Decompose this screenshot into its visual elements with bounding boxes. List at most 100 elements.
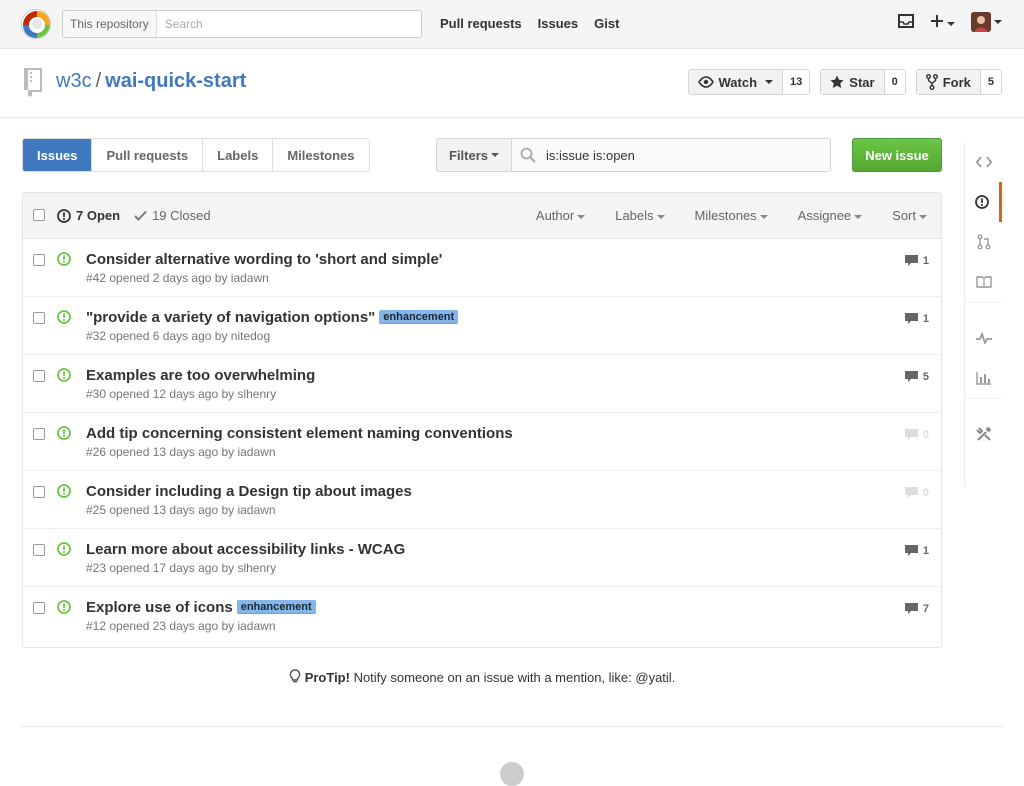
sidebar-item-settings[interactable] xyxy=(965,414,1002,454)
issue-comments-link[interactable]: 0 xyxy=(904,486,929,499)
tab-labels[interactable]: Labels xyxy=(203,139,274,171)
issues-list-header: 7 Open 19 Closed Author Labels Milestone… xyxy=(23,193,941,239)
sidebar-item-wiki[interactable] xyxy=(965,262,1002,302)
watch-button[interactable]: Watch xyxy=(688,70,784,94)
issue-comment-count: 1 xyxy=(922,544,929,557)
issue-open-icon xyxy=(57,484,71,501)
star-button[interactable]: Star xyxy=(821,70,885,94)
closed-issues-link[interactable]: 19 Closed xyxy=(134,208,211,223)
issue-checkbox[interactable] xyxy=(33,254,45,266)
footer-divider xyxy=(22,726,1002,727)
issue-title-link[interactable]: Explore use of icons xyxy=(86,599,233,616)
sort-filter[interactable]: Sort xyxy=(892,208,927,223)
filters-label: Filters xyxy=(449,147,489,163)
issue-comments-link[interactable]: 1 xyxy=(904,544,929,557)
issue-label[interactable]: enhancement xyxy=(236,600,316,614)
sidebar-item-issues[interactable] xyxy=(965,182,1002,222)
search-input[interactable] xyxy=(156,12,407,36)
issue-comments-link[interactable]: 5 xyxy=(904,370,929,383)
sidebar-item-graphs[interactable] xyxy=(965,358,1002,398)
tab-pull-requests[interactable]: Pull requests xyxy=(92,139,204,171)
issue-title-link[interactable]: Consider alternative wording to 'short a… xyxy=(86,251,442,268)
star-count[interactable]: 0 xyxy=(884,70,905,94)
issue-open-icon xyxy=(57,600,71,617)
milestones-filter-label: Milestones xyxy=(694,208,757,223)
issue-checkbox[interactable] xyxy=(33,428,45,440)
repo-name-link[interactable]: wai-quick-start xyxy=(105,70,246,92)
sidebar-item-code[interactable] xyxy=(965,142,1002,182)
issue-comments-link[interactable]: 7 xyxy=(904,602,929,615)
github-logo-icon[interactable] xyxy=(21,9,51,39)
issue-title-wrap: Add tip concerning consistent element na… xyxy=(86,425,513,442)
inbox-icon[interactable] xyxy=(898,13,914,31)
nav-issues[interactable]: Issues xyxy=(538,16,578,31)
comment-icon xyxy=(904,371,918,382)
search-icon xyxy=(520,147,536,163)
create-new-button[interactable] xyxy=(930,14,955,31)
issue-comments-link[interactable]: 1 xyxy=(904,312,929,325)
author-filter[interactable]: Author xyxy=(535,208,586,223)
issue-comment-count: 1 xyxy=(922,312,929,325)
labels-filter[interactable]: Labels xyxy=(615,208,665,223)
issue-comments-link[interactable]: 1 xyxy=(904,254,929,267)
issue-row: "provide a variety of navigation options… xyxy=(23,297,941,355)
issue-state-toggle: 7 Open 19 Closed xyxy=(57,208,211,223)
issue-open-icon xyxy=(57,368,71,385)
star-group: Star 0 xyxy=(820,69,906,95)
issue-comment-count: 0 xyxy=(922,486,929,499)
repo-sidebar xyxy=(964,142,1002,487)
repo-separator: / xyxy=(95,70,102,92)
nav-gist[interactable]: Gist xyxy=(594,16,619,31)
sidebar-item-pull-requests[interactable] xyxy=(965,222,1002,262)
issue-row: Consider including a Design tip about im… xyxy=(23,471,941,529)
site-search: This repository xyxy=(62,10,422,38)
user-menu-area xyxy=(898,12,1002,32)
code-icon xyxy=(975,156,992,168)
tab-issues[interactable]: Issues xyxy=(23,139,93,171)
repo-title: w3c / wai-quick-start xyxy=(56,70,246,93)
issue-meta: #25 opened 13 days ago by iadawn xyxy=(86,503,276,517)
issue-title-link[interactable]: Consider including a Design tip about im… xyxy=(86,483,412,500)
eye-icon xyxy=(697,76,714,88)
issue-checkbox[interactable] xyxy=(33,312,45,324)
issue-title-wrap: Explore use of icons enhancement xyxy=(86,599,316,616)
new-issue-button[interactable]: New issue xyxy=(852,138,942,172)
issue-checkbox[interactable] xyxy=(33,602,45,614)
footer-logo-icon[interactable] xyxy=(500,762,524,786)
issue-title-link[interactable]: Examples are too overwhelming xyxy=(86,367,315,384)
sidebar-item-pulse[interactable] xyxy=(965,318,1002,358)
milestones-filter[interactable]: Milestones xyxy=(695,208,768,223)
assignee-filter[interactable]: Assignee xyxy=(798,208,863,223)
issue-row: Learn more about accessibility links - W… xyxy=(23,529,941,587)
issue-comments-link[interactable]: 0 xyxy=(904,428,929,441)
pull-request-icon xyxy=(977,234,990,250)
watch-group: Watch 13 xyxy=(687,69,811,95)
issue-title-link[interactable]: "provide a variety of navigation options… xyxy=(86,309,375,326)
issue-row: Explore use of icons enhancement #12 opene… xyxy=(23,587,941,645)
profile-menu-button[interactable] xyxy=(971,12,1002,32)
protip: ProTip! Notify someone on an issue with … xyxy=(0,669,964,685)
issue-meta: #42 opened 2 days ago by iadawn xyxy=(86,271,269,285)
issue-checkbox[interactable] xyxy=(33,370,45,382)
repo-header: w3c / wai-quick-start Watch 13 Star 0 Fork… xyxy=(0,49,1024,118)
filter-query-input[interactable] xyxy=(546,147,827,163)
watch-count[interactable]: 13 xyxy=(783,70,810,94)
closed-count-label: 19 Closed xyxy=(152,208,211,223)
nav-pull-requests[interactable]: Pull requests xyxy=(440,16,522,31)
issue-open-icon xyxy=(57,310,71,327)
open-issues-link[interactable]: 7 Open xyxy=(57,208,120,223)
fork-count[interactable]: 5 xyxy=(980,70,1001,94)
author-filter-label: Author xyxy=(535,208,575,223)
issue-title-link[interactable]: Add tip concerning consistent element na… xyxy=(86,425,513,442)
issue-checkbox[interactable] xyxy=(33,544,45,556)
select-all-checkbox[interactable] xyxy=(33,209,45,221)
issue-title-wrap: Consider including a Design tip about im… xyxy=(86,483,412,500)
issue-title-wrap: "provide a variety of navigation options… xyxy=(86,309,459,326)
repo-owner-link[interactable]: w3c xyxy=(56,70,92,92)
issue-checkbox[interactable] xyxy=(33,486,45,498)
tab-milestones[interactable]: Milestones xyxy=(273,139,369,171)
filters-button[interactable]: Filters xyxy=(437,139,513,171)
issue-title-link[interactable]: Learn more about accessibility links - W… xyxy=(86,541,405,558)
fork-button[interactable]: Fork xyxy=(916,70,981,94)
issue-label[interactable]: enhancement xyxy=(379,310,459,324)
